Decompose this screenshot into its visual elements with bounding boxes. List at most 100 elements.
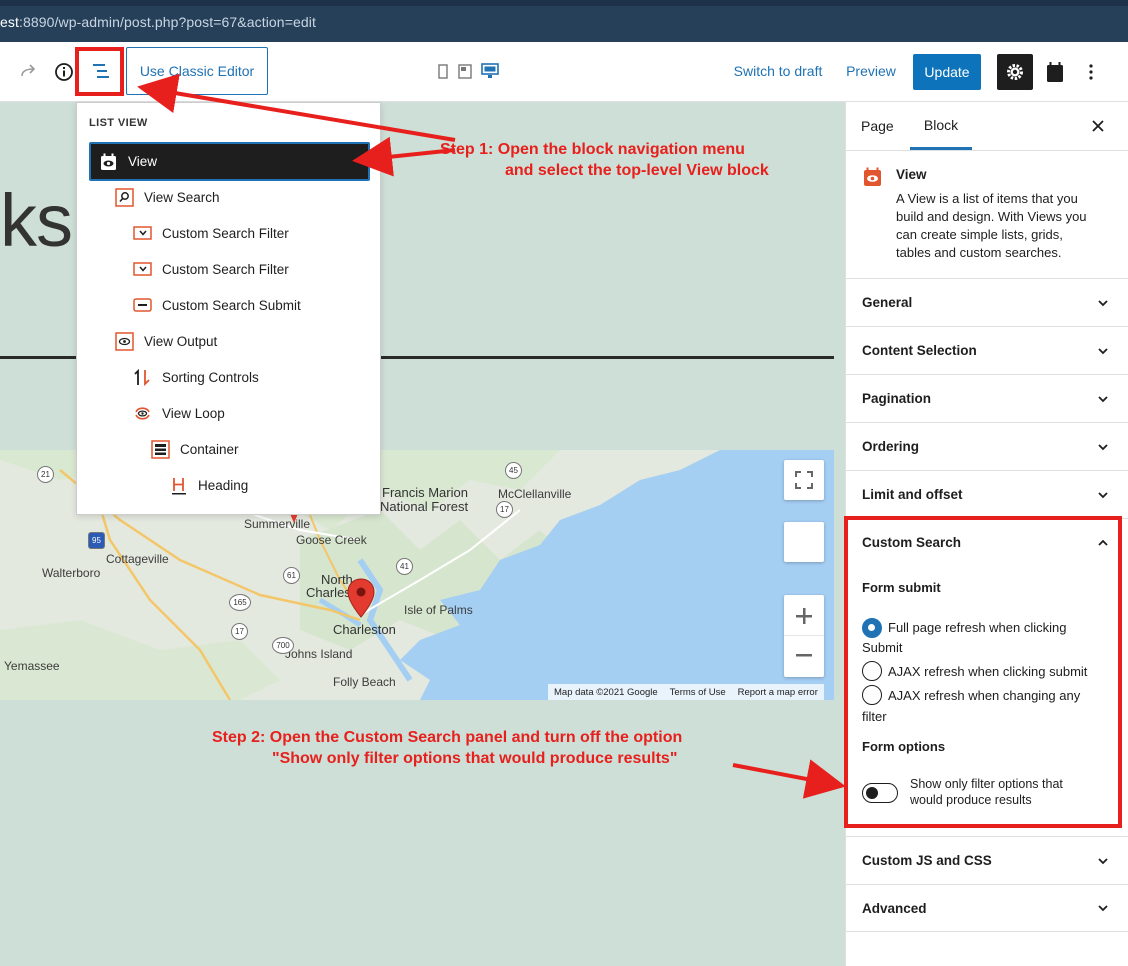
radio-ajax-refresh-change[interactable] xyxy=(862,685,882,705)
mobile-preview-icon[interactable] xyxy=(436,62,450,80)
radio-label-continued: Submit xyxy=(862,640,903,655)
map-marker-icon[interactable] xyxy=(347,578,375,618)
list-view-item-view[interactable]: View xyxy=(89,142,370,181)
chevron-down-icon xyxy=(1098,491,1108,498)
desktop-preview-icon[interactable] xyxy=(480,61,500,81)
view-block-icon xyxy=(99,152,118,171)
container-icon xyxy=(151,439,170,459)
list-view-item-custom-search-submit[interactable]: Custom Search Submit xyxy=(133,287,301,323)
submit-button-icon xyxy=(133,296,152,315)
list-view-item-view-output[interactable]: View Output xyxy=(115,323,217,359)
map-data-credit: Map data ©2021 Google xyxy=(554,686,658,698)
minus-icon xyxy=(796,654,812,657)
update-button[interactable]: Update xyxy=(913,54,981,90)
close-sidebar-button[interactable] xyxy=(1086,116,1110,136)
list-view-icon xyxy=(93,64,109,78)
road-shield: 61 xyxy=(283,567,300,584)
radio-ajax-refresh-submit[interactable] xyxy=(862,661,882,681)
list-view-item-container[interactable]: Container xyxy=(151,431,239,467)
report-map-error-link[interactable]: Report a map error xyxy=(738,687,818,698)
tab-page[interactable]: Page xyxy=(861,102,895,150)
map-attribution: Map data ©2021 Google Terms of Use Repor… xyxy=(548,684,824,700)
list-view-toggle-button[interactable] xyxy=(82,49,120,93)
interstate-shield: 95 xyxy=(88,532,105,549)
panel-custom-search[interactable]: Custom Search xyxy=(846,518,1128,566)
panel-limit-and-offset[interactable]: Limit and offset xyxy=(846,470,1128,518)
chevron-down-icon xyxy=(1098,857,1108,864)
road-shield: 21 xyxy=(37,466,54,483)
preview-button[interactable]: Preview xyxy=(844,59,898,83)
zoom-out-button[interactable] xyxy=(784,636,824,676)
map-label: Yemassee xyxy=(4,659,60,673)
annotation-step-2: Step 2: Open the Custom Search panel and… xyxy=(212,729,683,767)
tablet-preview-icon[interactable] xyxy=(456,62,474,80)
close-icon xyxy=(1092,120,1104,132)
plus-icon xyxy=(796,607,812,624)
tab-block[interactable]: Block xyxy=(910,102,972,150)
filter-options-toggle[interactable] xyxy=(862,783,898,803)
panel-content-selection[interactable]: Content Selection xyxy=(846,326,1128,374)
browser-tab-strip xyxy=(0,0,1128,6)
road-shield: 165 xyxy=(229,594,251,611)
map-label: McClellanville xyxy=(498,487,572,501)
list-view-item-heading[interactable]: Heading xyxy=(169,467,248,503)
map-label: Francis Marion xyxy=(382,485,468,500)
fullscreen-button[interactable] xyxy=(784,460,824,500)
list-view-panel: LIST VIEW View View Search Custom Search… xyxy=(76,102,381,515)
url-text[interactable]: est:8890/wp-admin/post.php?post=67&actio… xyxy=(0,14,316,30)
panel-custom-js-css[interactable]: Custom JS and CSS xyxy=(846,836,1128,884)
toggle-knob xyxy=(866,786,878,799)
list-view-item-custom-search-filter[interactable]: Custom Search Filter xyxy=(133,215,289,251)
road-shield: 45 xyxy=(505,462,522,479)
map-label: Charles xyxy=(306,585,351,600)
list-view-item-label: Sorting Controls xyxy=(162,369,259,385)
list-view-item-custom-search-filter[interactable]: Custom Search Filter xyxy=(133,251,289,287)
map-label: Johns Island xyxy=(285,647,353,661)
zoom-controls xyxy=(784,595,824,677)
view-block-icon xyxy=(864,167,881,186)
panel-general[interactable]: General xyxy=(846,278,1128,326)
block-card-title: View xyxy=(896,167,927,182)
list-view-item-label: View Loop xyxy=(162,405,225,421)
fullscreen-icon xyxy=(795,471,813,489)
map-label: Walterboro xyxy=(42,566,101,580)
list-view-item-view-loop[interactable]: View Loop xyxy=(133,395,225,431)
panel-advanced[interactable]: Advanced xyxy=(846,884,1128,932)
sort-icon xyxy=(133,368,152,387)
list-view-item-view-search[interactable]: View Search xyxy=(115,179,220,215)
loop-icon xyxy=(133,404,152,423)
list-view-item-label: View Output xyxy=(144,333,218,349)
dropdown-filter-icon xyxy=(133,224,152,243)
chevron-down-icon xyxy=(1098,443,1108,450)
road-shield: 41 xyxy=(396,558,413,575)
browser-address-bar[interactable]: est:8890/wp-admin/post.php?post=67&actio… xyxy=(0,0,1128,42)
gear-icon xyxy=(1007,64,1023,80)
list-view-item-label: View Search xyxy=(144,189,220,205)
page-heading-fragment[interactable]: ks xyxy=(0,178,73,263)
redo-icon xyxy=(21,64,36,77)
map-label: Cottageville xyxy=(106,552,169,566)
chevron-down-icon xyxy=(1098,905,1108,912)
heading-icon xyxy=(169,476,188,495)
eye-icon xyxy=(115,331,134,351)
switch-to-draft-button[interactable]: Switch to draft xyxy=(730,59,826,83)
info-icon xyxy=(55,63,73,81)
redo-button[interactable] xyxy=(14,60,42,84)
chevron-up-icon xyxy=(1098,539,1108,546)
zoom-in-button[interactable] xyxy=(784,596,824,636)
list-view-item-label: View xyxy=(128,154,158,169)
street-view-button[interactable] xyxy=(784,522,824,562)
map-label: Goose Creek xyxy=(296,533,367,547)
terms-of-use-link[interactable]: Terms of Use xyxy=(670,687,726,698)
more-options-button[interactable] xyxy=(1080,60,1102,84)
list-view-item-sorting-controls[interactable]: Sorting Controls xyxy=(133,359,259,395)
list-view-item-label: Custom Search Filter xyxy=(162,225,289,241)
use-classic-editor-button[interactable]: Use Classic Editor xyxy=(126,47,268,95)
radio-full-page-refresh[interactable] xyxy=(862,618,882,638)
panel-pagination[interactable]: Pagination xyxy=(846,374,1128,422)
panel-ordering[interactable]: Ordering xyxy=(846,422,1128,470)
views-plugin-button[interactable] xyxy=(1043,59,1067,85)
details-button[interactable] xyxy=(51,59,77,85)
kebab-menu-icon xyxy=(1089,64,1093,80)
settings-button[interactable] xyxy=(997,54,1033,90)
